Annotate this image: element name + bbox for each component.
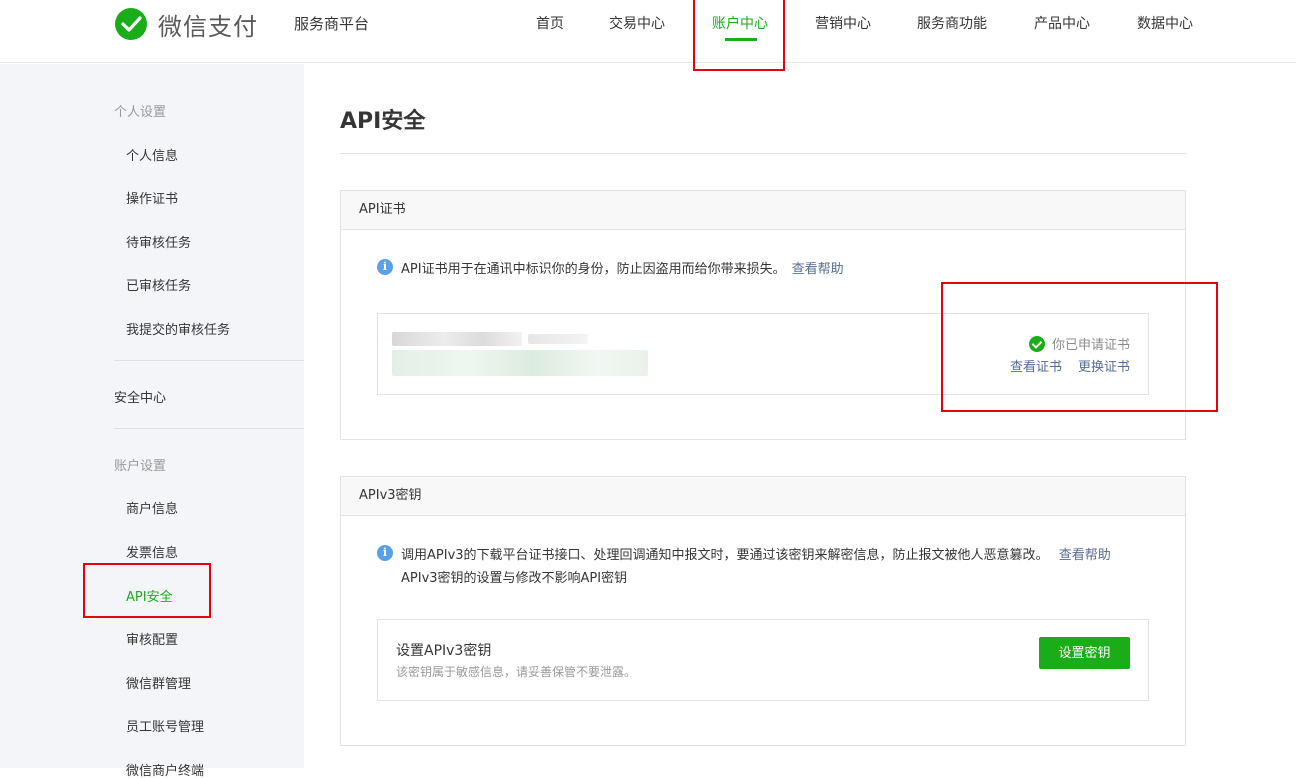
- api-cert-panel-header: API证书: [341, 191, 1185, 230]
- api-cert-status-box: 你已申请证书 查看证书 更换证书: [377, 313, 1149, 395]
- apiv3-help-link[interactable]: 查看帮助: [1059, 548, 1111, 563]
- replace-cert-link[interactable]: 更换证书: [1078, 356, 1130, 375]
- sidebar-group-account: 账户设置: [114, 459, 167, 474]
- sidebar-item-wechat-group[interactable]: 微信群管理: [126, 673, 191, 692]
- apiv3-panel-header: APIv3密钥: [341, 477, 1185, 516]
- sidebar-item-operation-cert[interactable]: 操作证书: [126, 188, 178, 207]
- cert-status: 你已申请证书: [1028, 334, 1130, 353]
- sidebar-item-staff-accounts[interactable]: 员工账号管理: [126, 716, 204, 735]
- sidebar-item-review-config[interactable]: 审核配置: [126, 629, 178, 648]
- cert-status-text: 你已申请证书: [1051, 338, 1130, 353]
- apiv3-key-box: 设置APIv3密钥 该密钥属于敏感信息，请妥善保管不要泄露。 设置密钥: [377, 619, 1149, 701]
- logo-text: 微信支付: [158, 12, 258, 41]
- sidebar-item-my-submitted[interactable]: 我提交的审核任务: [126, 319, 230, 338]
- platform-name: 服务商平台: [294, 15, 370, 33]
- api-cert-help-link[interactable]: 查看帮助: [792, 258, 844, 277]
- nav-provider-functions[interactable]: 服务商功能: [917, 13, 987, 33]
- nav-active-indicator: [725, 38, 757, 41]
- wechat-pay-logo[interactable]: 微信支付: [114, 6, 258, 42]
- nav-data-center[interactable]: 数据中心: [1137, 13, 1193, 33]
- sidebar-item-merchant-terminal[interactable]: 微信商户终端: [126, 760, 204, 779]
- nav-trade-center[interactable]: 交易中心: [609, 13, 665, 33]
- sidebar: 个人设置 个人信息 操作证书 待审核任务 已审核任务 我提交的审核任务 安全中心…: [0, 64, 304, 779]
- sidebar-item-merchant-info[interactable]: 商户信息: [126, 498, 178, 517]
- wechat-pay-logo-icon: [115, 8, 147, 40]
- apiv3-info: i 调用APIv3的下载平台证书接口、处理回调通知中报文时，要通过该密钥来解密信…: [377, 544, 1111, 586]
- sidebar-item-personal-info[interactable]: 个人信息: [126, 145, 178, 164]
- sidebar-divider: [114, 360, 304, 361]
- apiv3-info-note: APIv3密钥的设置与修改不影响API密钥: [401, 571, 628, 586]
- top-header: 微信支付 服务商平台 首页 交易中心 账户中心 营销中心 服务商功能 产品中心 …: [0, 0, 1296, 63]
- info-icon: i: [377, 259, 393, 275]
- page-title: API安全: [340, 109, 426, 134]
- sidebar-group-personal: 个人设置: [114, 105, 167, 120]
- sidebar-item-pending-review[interactable]: 待审核任务: [126, 232, 191, 251]
- cert-actions: 查看证书 更换证书: [1010, 356, 1130, 375]
- title-divider: [340, 153, 1186, 154]
- sidebar-divider: [114, 428, 304, 429]
- nav-product-center[interactable]: 产品中心: [1034, 13, 1090, 33]
- info-icon: i: [377, 545, 393, 561]
- api-cert-info: i API证书用于在通讯中标识你的身份，防止因盗用而给你带来损失。 查看帮助: [377, 258, 844, 277]
- sidebar-item-invoice-info[interactable]: 发票信息: [126, 542, 178, 561]
- apiv3-key-title: 设置APIv3密钥: [396, 643, 492, 659]
- sidebar-item-security-center[interactable]: 安全中心: [114, 387, 166, 406]
- api-cert-panel: API证书 i API证书用于在通讯中标识你的身份，防止因盗用而给你带来损失。 …: [340, 190, 1186, 440]
- nav-account-center[interactable]: 账户中心: [712, 13, 768, 33]
- apiv3-key-desc: 该密钥属于敏感信息，请妥善保管不要泄露。: [396, 665, 637, 679]
- set-key-button[interactable]: 设置密钥: [1039, 637, 1130, 669]
- check-circle-icon: [1028, 335, 1045, 352]
- view-cert-link[interactable]: 查看证书: [1010, 356, 1062, 375]
- sidebar-item-api-security[interactable]: API安全: [126, 586, 173, 605]
- sidebar-item-reviewed[interactable]: 已审核任务: [126, 275, 191, 294]
- apiv3-info-text: 调用APIv3的下载平台证书接口、处理回调通知中报文时，要通过该密钥来解密信息，…: [401, 548, 1049, 563]
- nav-marketing-center[interactable]: 营销中心: [815, 13, 871, 33]
- apiv3-key-panel: APIv3密钥 i 调用APIv3的下载平台证书接口、处理回调通知中报文时，要通…: [340, 476, 1186, 746]
- api-cert-info-text: API证书用于在通讯中标识你的身份，防止因盗用而给你带来损失。: [401, 262, 786, 277]
- nav-home[interactable]: 首页: [536, 13, 564, 33]
